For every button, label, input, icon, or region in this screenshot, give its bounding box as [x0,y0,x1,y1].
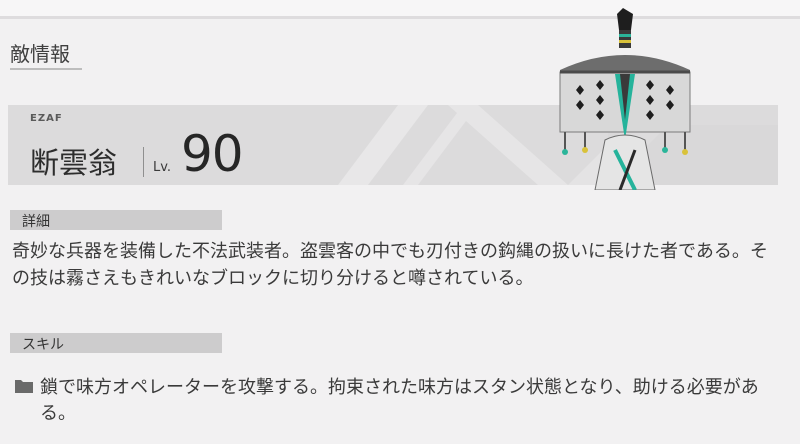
skill-text: 鎖で味方オペレーターを攻撃する。拘束された味方はスタン状態となり、助ける必要があ… [40,377,759,424]
skills-header: スキル [10,333,222,353]
enemy-portrait [559,8,691,190]
title-underline [10,68,82,70]
level-label: Lv. [153,160,172,175]
enemy-name: 断雲翁 [30,146,118,180]
name-separator [143,147,144,177]
details-header: 詳細 [10,210,222,230]
details-header-label: 詳細 [22,214,50,230]
folder-icon [15,380,33,393]
skills-header-label: スキル [22,337,64,353]
page-title: 敵情報 [10,42,70,66]
enemy-description: 奇妙な兵器を装備した不法武装者。盗雲客の中でも刃付きの鈎縄の扱いに長けた者である… [12,241,768,289]
enemy-tag: EZAF [30,113,63,124]
level-value: 90 [181,125,244,183]
